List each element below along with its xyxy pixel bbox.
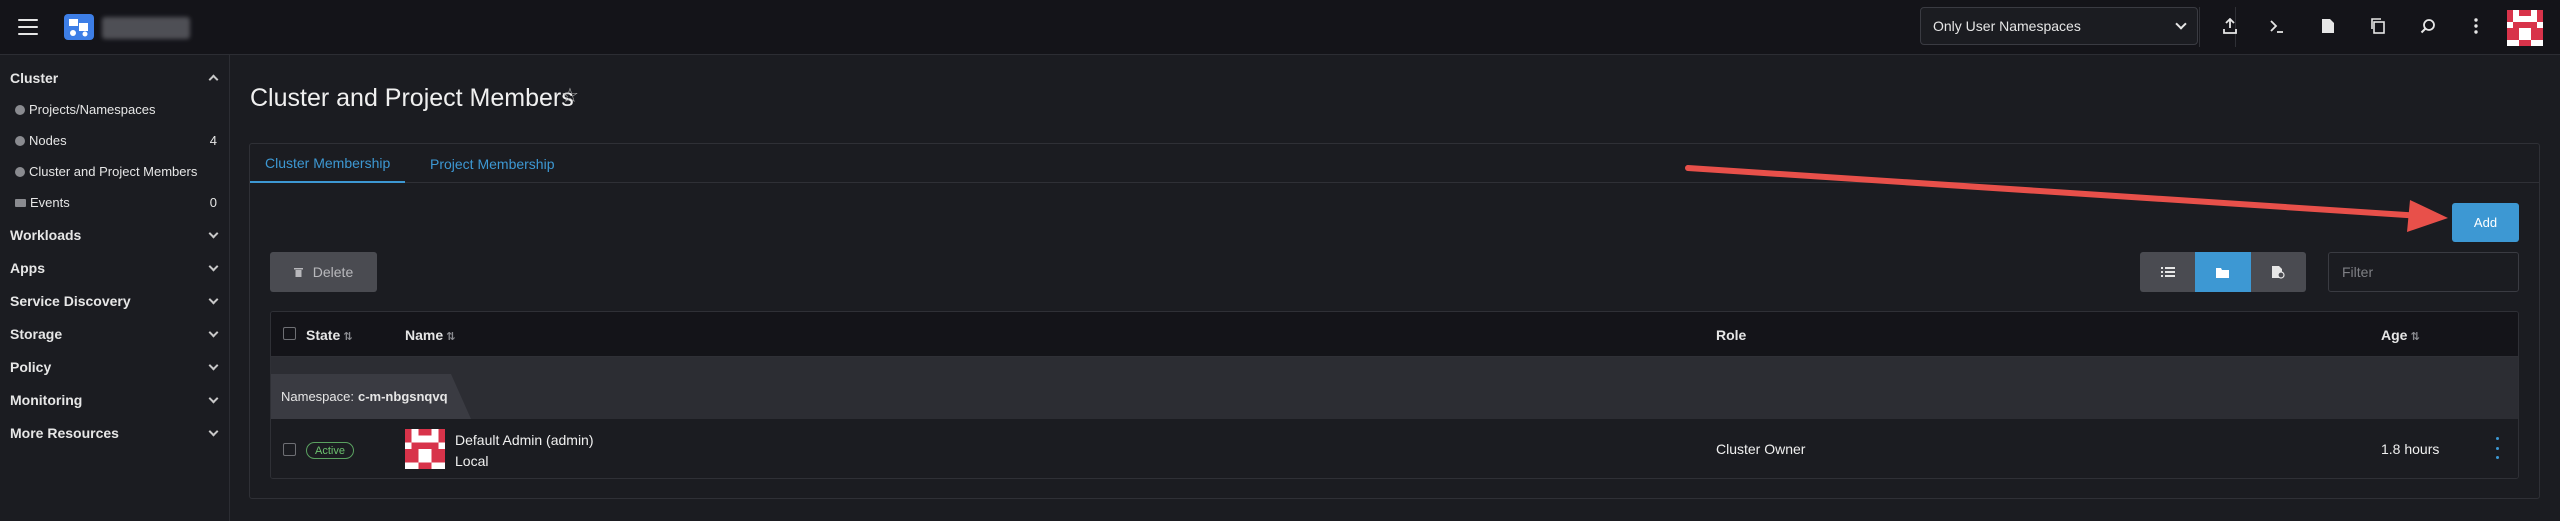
download-kubeconfig-icon[interactable] [2315, 13, 2341, 39]
tab-bar: Cluster Membership Project Membership [250, 144, 2539, 183]
import-yaml-icon[interactable] [2217, 13, 2243, 39]
sidebar-group-label: Monitoring [10, 391, 83, 408]
sidebar-group-label: Workloads [10, 226, 82, 243]
chevron-down-icon [208, 426, 219, 437]
table-row[interactable]: Active Default Admin (admin) Local Clust… [271, 419, 2518, 478]
sidebar-group-label: More Resources [10, 424, 119, 441]
column-state[interactable]: State ⇅ [306, 327, 352, 343]
column-state-label: State [306, 327, 341, 343]
members-table: State ⇅ Name ⇅ Role Age ⇅ Namespace: c-m-nb… [270, 311, 2519, 479]
sidebar-item-projects-namespaces[interactable]: Projects/Namespaces [0, 94, 229, 125]
sidebar-item-label: Cluster and Project Members [29, 164, 198, 179]
copy-kubeconfig-icon[interactable] [2365, 13, 2391, 39]
row-checkbox[interactable] [283, 443, 296, 456]
page-title: Cluster and Project Members [250, 84, 574, 112]
sidebar-group-workloads[interactable]: Workloads [0, 218, 229, 251]
chevron-down-icon [208, 294, 219, 305]
column-name[interactable]: Name ⇅ [405, 327, 455, 343]
add-button[interactable]: Add [2452, 203, 2519, 242]
sidebar-item-cluster-project-members[interactable]: Cluster and Project Members [0, 156, 229, 187]
project-group-icon [2272, 266, 2285, 279]
filter-input[interactable] [2328, 252, 2519, 292]
trash-icon [293, 268, 303, 277]
namespace-group-row: Namespace: c-m-nbgsnqvq [271, 357, 2518, 419]
sort-icon: ⇅ [343, 331, 353, 343]
sidebar-group-apps[interactable]: Apps [0, 251, 229, 284]
sidebar-item-events[interactable]: Events 0 [0, 187, 229, 218]
star-icon[interactable]: ☆ [561, 83, 579, 108]
sidebar-group-monitoring[interactable]: Monitoring [0, 383, 229, 416]
sidebar-group-service-discovery[interactable]: Service Discovery [0, 284, 229, 317]
folder-icon [15, 198, 26, 207]
sidebar-item-label: Projects/Namespaces [29, 102, 156, 117]
chevron-down-icon [208, 327, 219, 338]
sidebar-group-more-resources[interactable]: More Resources [0, 416, 229, 449]
sidebar-group-label: Service Discovery [10, 292, 131, 309]
tab-cluster-membership[interactable]: Cluster Membership [250, 144, 406, 183]
namespace-filter-select[interactable]: Only User Namespaces [1920, 7, 2198, 45]
sidebar: Cluster Projects/Namespaces Nodes 4 Clus… [0, 55, 230, 521]
column-name-label: Name [405, 327, 444, 343]
menu-icon[interactable] [18, 19, 38, 35]
sidebar-group-label: Cluster [10, 69, 59, 86]
top-header: Only User Namespaces [0, 0, 2560, 55]
sidebar-item-nodes[interactable]: Nodes 4 [0, 125, 229, 156]
chevron-down-icon [2175, 18, 2187, 30]
sidebar-item-count: 4 [209, 133, 217, 148]
member-role: Cluster Owner [1716, 441, 1806, 457]
group-by-namespace-button[interactable] [2195, 252, 2251, 292]
tab-project-membership[interactable]: Project Membership [415, 144, 570, 183]
sort-icon: ⇅ [446, 331, 456, 343]
chevron-up-icon [208, 74, 219, 85]
delete-label: Delete [312, 264, 354, 280]
user-avatar[interactable] [2507, 10, 2543, 46]
resource-icon [15, 135, 25, 146]
avatar [405, 429, 445, 469]
search-icon[interactable] [2415, 13, 2441, 39]
member-provider: Local [455, 453, 489, 469]
chevron-down-icon [208, 360, 219, 371]
member-name-cell: Default Admin (admin) Local [455, 430, 594, 472]
column-age[interactable]: Age ⇅ [2381, 327, 2420, 343]
member-age: 1.8 hours [2381, 441, 2440, 457]
sidebar-group-label: Storage [10, 325, 63, 342]
column-age-label: Age [2381, 327, 2408, 343]
sidebar-group-policy[interactable]: Policy [0, 350, 229, 383]
namespace-filter-value: Only User Namespaces [1933, 18, 2081, 34]
sidebar-group-label: Policy [10, 358, 52, 375]
list-icon [2160, 267, 2175, 277]
chevron-down-icon [208, 261, 219, 272]
more-icon[interactable] [2463, 13, 2489, 39]
folder-icon [2216, 267, 2230, 278]
namespace-group-label: Namespace: c-m-nbgsnqvq [271, 374, 471, 419]
flat-list-view-button[interactable] [2140, 252, 2196, 292]
resource-icon [15, 166, 25, 177]
sidebar-group-label: Apps [10, 259, 45, 276]
sidebar-group-storage[interactable]: Storage [0, 317, 229, 350]
resource-icon [15, 104, 25, 115]
column-role: Role [1716, 327, 1747, 343]
chevron-down-icon [208, 228, 219, 239]
sidebar-item-label: Events [30, 195, 70, 210]
kubectl-shell-icon[interactable] [2264, 13, 2290, 39]
group-by-project-button[interactable] [2250, 252, 2306, 292]
divider [2199, 7, 2200, 47]
view-mode-toggle [2140, 252, 2306, 292]
table-header: State ⇅ Name ⇅ Role Age ⇅ [271, 312, 2518, 357]
sidebar-item-label: Nodes [29, 133, 67, 148]
sidebar-group-cluster[interactable]: Cluster [0, 61, 229, 94]
cluster-logo-icon[interactable] [64, 14, 94, 40]
status-badge: Active [306, 442, 354, 459]
namespace-prefix: Namespace: [281, 389, 354, 404]
sort-icon: ⇅ [2410, 331, 2420, 343]
member-name[interactable]: Default Admin (admin) [455, 430, 594, 451]
sidebar-item-count: 0 [209, 195, 217, 210]
row-actions-icon[interactable] [2492, 437, 2502, 459]
cluster-name [102, 17, 190, 39]
namespace-name: c-m-nbgsnqvq [357, 389, 448, 404]
chevron-down-icon [208, 393, 219, 404]
delete-button[interactable]: Delete [270, 252, 377, 292]
select-all-checkbox[interactable] [283, 327, 296, 340]
